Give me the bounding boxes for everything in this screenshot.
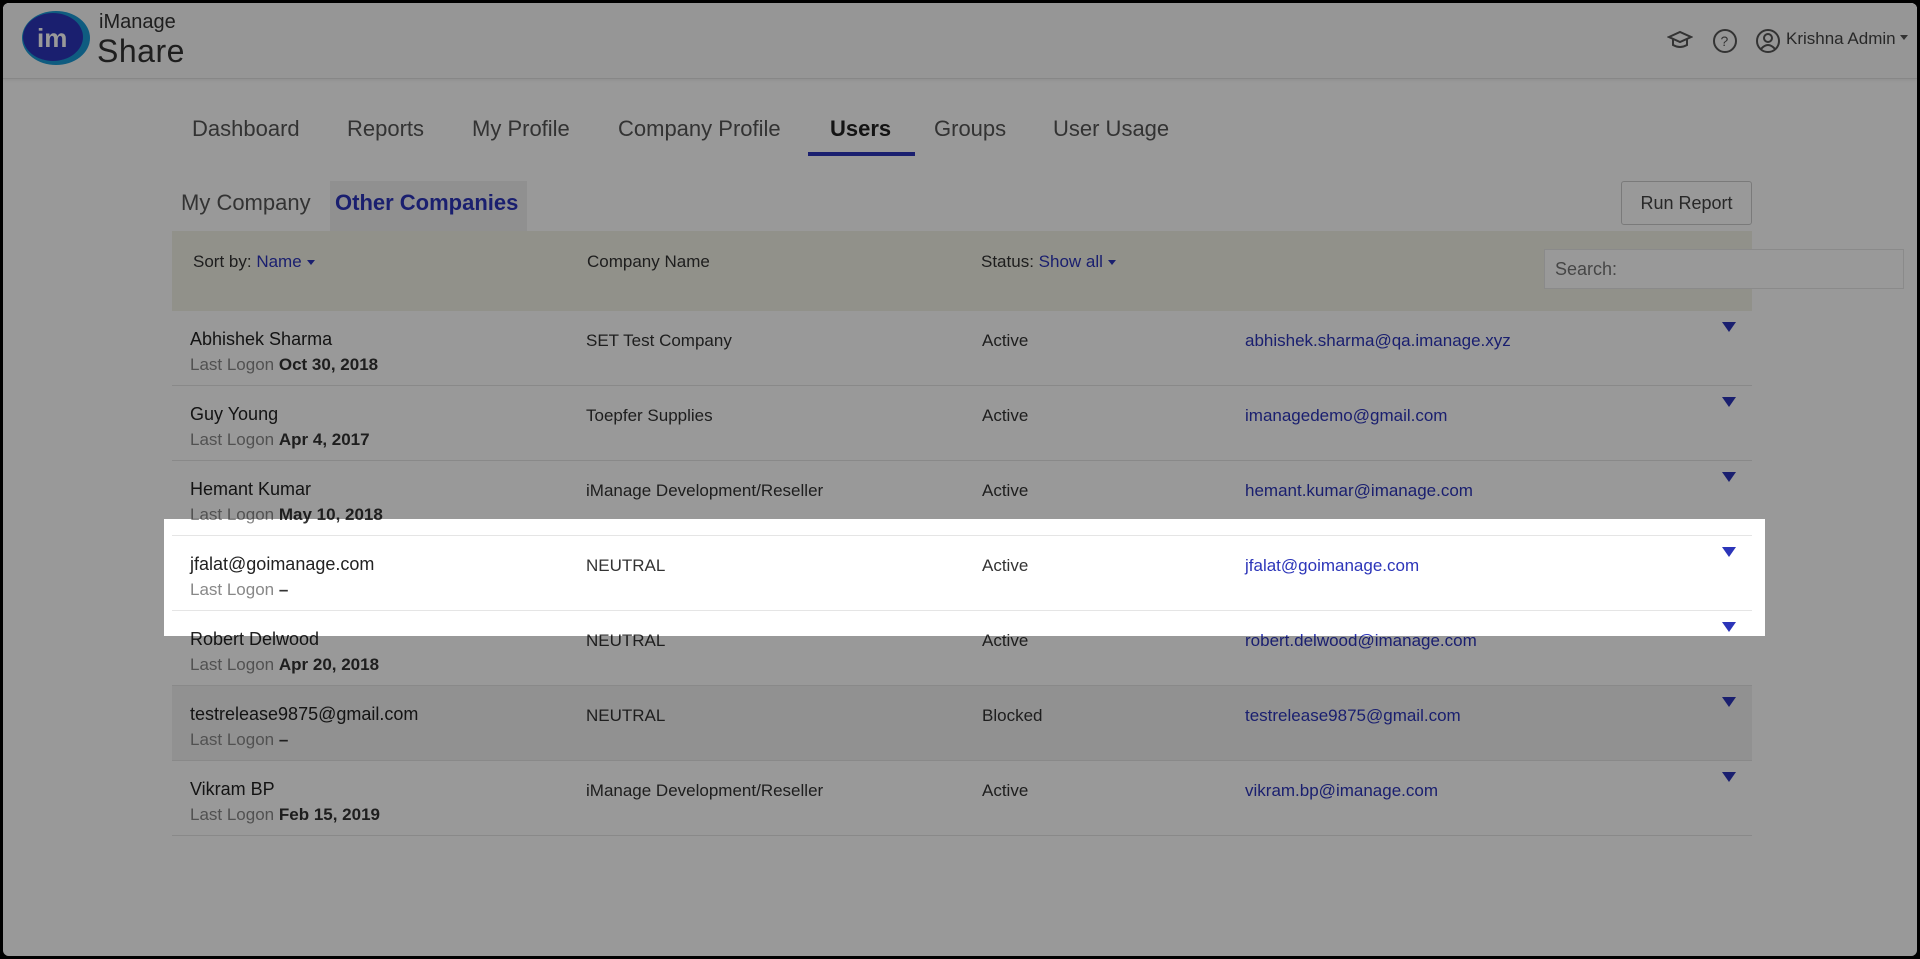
expand-row-icon[interactable] [1722, 697, 1736, 707]
tab-company-profile[interactable]: Company Profile [618, 116, 781, 142]
graduation-cap-icon[interactable] [1666, 27, 1694, 55]
last-logon-label: Last Logon [190, 805, 275, 824]
last-logon-label: Last Logon [190, 430, 275, 449]
tab-user-usage[interactable]: User Usage [1053, 116, 1169, 142]
last-logon-label: Last Logon [190, 355, 275, 374]
status-text: Active [982, 781, 1029, 800]
table-row[interactable]: jfalat@goimanage.com Last Logon – NEUTRA… [172, 536, 1752, 611]
last-logon-label: Last Logon [190, 730, 275, 749]
run-report-button[interactable]: Run Report [1621, 181, 1752, 225]
company-name: NEUTRAL [586, 556, 666, 575]
status-filter[interactable]: Status: Show all [981, 252, 1116, 272]
last-logon: Last Logon Feb 15, 2019 [190, 805, 380, 825]
user-name: jfalat@goimanage.com [190, 554, 375, 574]
svg-text:?: ? [1721, 33, 1729, 49]
top-header: im iManage Share ? Krishna Admin [3, 3, 1917, 79]
logo-brand-text: iManage [99, 11, 176, 33]
last-logon-value: – [278, 580, 289, 599]
sort-caret-icon[interactable] [306, 260, 315, 266]
table-row[interactable]: Vikram BP Last Logon Feb 15, 2019 iManag… [172, 761, 1752, 836]
email-link[interactable]: abhishek.sharma@qa.imanage.xyz [1245, 331, 1511, 351]
company-name: iManage Development/Reseller [586, 781, 824, 800]
overlay-dim-right [1765, 519, 1917, 636]
expand-row-icon[interactable] [1722, 397, 1736, 407]
user-name: testrelease9875@gmail.com [190, 704, 419, 724]
expand-row-icon[interactable] [1722, 772, 1736, 782]
tab-users[interactable]: Users [830, 116, 891, 142]
last-logon-value: Oct 30, 2018 [278, 355, 379, 374]
last-logon: Last Logon – [190, 730, 288, 750]
email-link[interactable]: hemant.kumar@imanage.com [1245, 481, 1473, 501]
active-tab-indicator [808, 152, 915, 156]
status-text: Active [982, 331, 1029, 350]
sort-label: Sort by: [193, 252, 252, 271]
status-text: Active [982, 556, 1029, 575]
tab-groups[interactable]: Groups [934, 116, 1006, 142]
logo-product-text: Share [97, 33, 185, 69]
table-row[interactable]: Hemant Kumar Last Logon May 10, 2018 iMa… [172, 461, 1752, 536]
last-logon: Last Logon Apr 20, 2018 [190, 655, 379, 675]
search-input[interactable] [1544, 249, 1904, 289]
table-row[interactable]: Abhishek Sharma Last Logon Oct 30, 2018 … [172, 311, 1752, 386]
user-name: Robert Delwood [190, 629, 320, 649]
status-label: Status: [981, 252, 1034, 271]
table-row[interactable]: Guy Young Last Logon Apr 4, 2017 Toepfer… [172, 386, 1752, 461]
user-menu-caret-icon[interactable] [1900, 35, 1908, 40]
tab-dashboard[interactable]: Dashboard [192, 116, 300, 142]
status-value[interactable]: Show all [1039, 252, 1103, 271]
expand-row-icon[interactable] [1722, 622, 1736, 632]
overlay-dim-left [3, 519, 164, 636]
subtab-other-companies[interactable]: Other Companies [335, 190, 518, 216]
company-name: Toepfer Supplies [586, 406, 713, 425]
filter-bar: Sort by: Name Company Name Status: Show … [172, 231, 1904, 311]
user-name: Abhishek Sharma [190, 329, 333, 349]
last-logon-label: Last Logon [190, 580, 275, 599]
status-text: Active [982, 631, 1029, 650]
last-logon-value: Apr 4, 2017 [278, 430, 370, 449]
company-name: SET Test Company [586, 331, 732, 350]
last-logon-value: Feb 15, 2019 [278, 805, 380, 824]
last-logon-value: – [278, 730, 289, 749]
last-logon-value: Apr 20, 2018 [278, 655, 380, 674]
tab-my-profile[interactable]: My Profile [472, 116, 570, 142]
email-link[interactable]: robert.delwood@imanage.com [1245, 631, 1477, 651]
tab-reports[interactable]: Reports [347, 116, 424, 142]
status-text: Blocked [982, 706, 1043, 725]
last-logon: Last Logon Apr 4, 2017 [190, 430, 370, 450]
svg-text:im: im [37, 23, 67, 53]
user-menu[interactable]: Krishna Admin [1786, 29, 1896, 49]
email-link[interactable]: vikram.bp@imanage.com [1245, 781, 1438, 801]
email-link[interactable]: jfalat@goimanage.com [1245, 556, 1419, 576]
user-name: Guy Young [190, 404, 279, 424]
sort-value[interactable]: Name [256, 252, 301, 271]
email-link[interactable]: imanagedemo@gmail.com [1245, 406, 1447, 426]
status-caret-icon[interactable] [1107, 260, 1116, 266]
expand-row-icon[interactable] [1722, 472, 1736, 482]
last-logon: Last Logon Oct 30, 2018 [190, 355, 378, 375]
last-logon-label: Last Logon [190, 505, 275, 524]
app-window: im iManage Share ? Krishna Admin Dashboa… [3, 3, 1917, 956]
last-logon: Last Logon – [190, 580, 288, 600]
user-name: Vikram BP [190, 779, 275, 799]
email-link[interactable]: testrelease9875@gmail.com [1245, 706, 1461, 726]
last-logon-label: Last Logon [190, 655, 275, 674]
expand-row-icon[interactable] [1722, 547, 1736, 557]
status-text: Active [982, 406, 1029, 425]
imanage-logo-icon[interactable]: im [19, 9, 91, 67]
status-text: Active [982, 481, 1029, 500]
help-icon[interactable]: ? [1711, 27, 1739, 55]
user-name: Hemant Kumar [190, 479, 312, 499]
table-row[interactable]: Robert Delwood Last Logon Apr 20, 2018 N… [172, 611, 1752, 686]
subtab-my-company[interactable]: My Company [181, 190, 311, 216]
last-logon-value: May 10, 2018 [278, 505, 383, 524]
company-name: iManage Development/Reseller [586, 481, 824, 500]
company-name-header: Company Name [587, 252, 710, 271]
table-row[interactable]: testrelease9875@gmail.com Last Logon – N… [172, 686, 1752, 761]
user-avatar-icon[interactable] [1754, 27, 1782, 55]
last-logon: Last Logon May 10, 2018 [190, 505, 383, 525]
expand-row-icon[interactable] [1722, 322, 1736, 332]
company-name: NEUTRAL [586, 631, 666, 650]
company-name: NEUTRAL [586, 706, 666, 725]
sort-control[interactable]: Sort by: Name [193, 252, 315, 272]
